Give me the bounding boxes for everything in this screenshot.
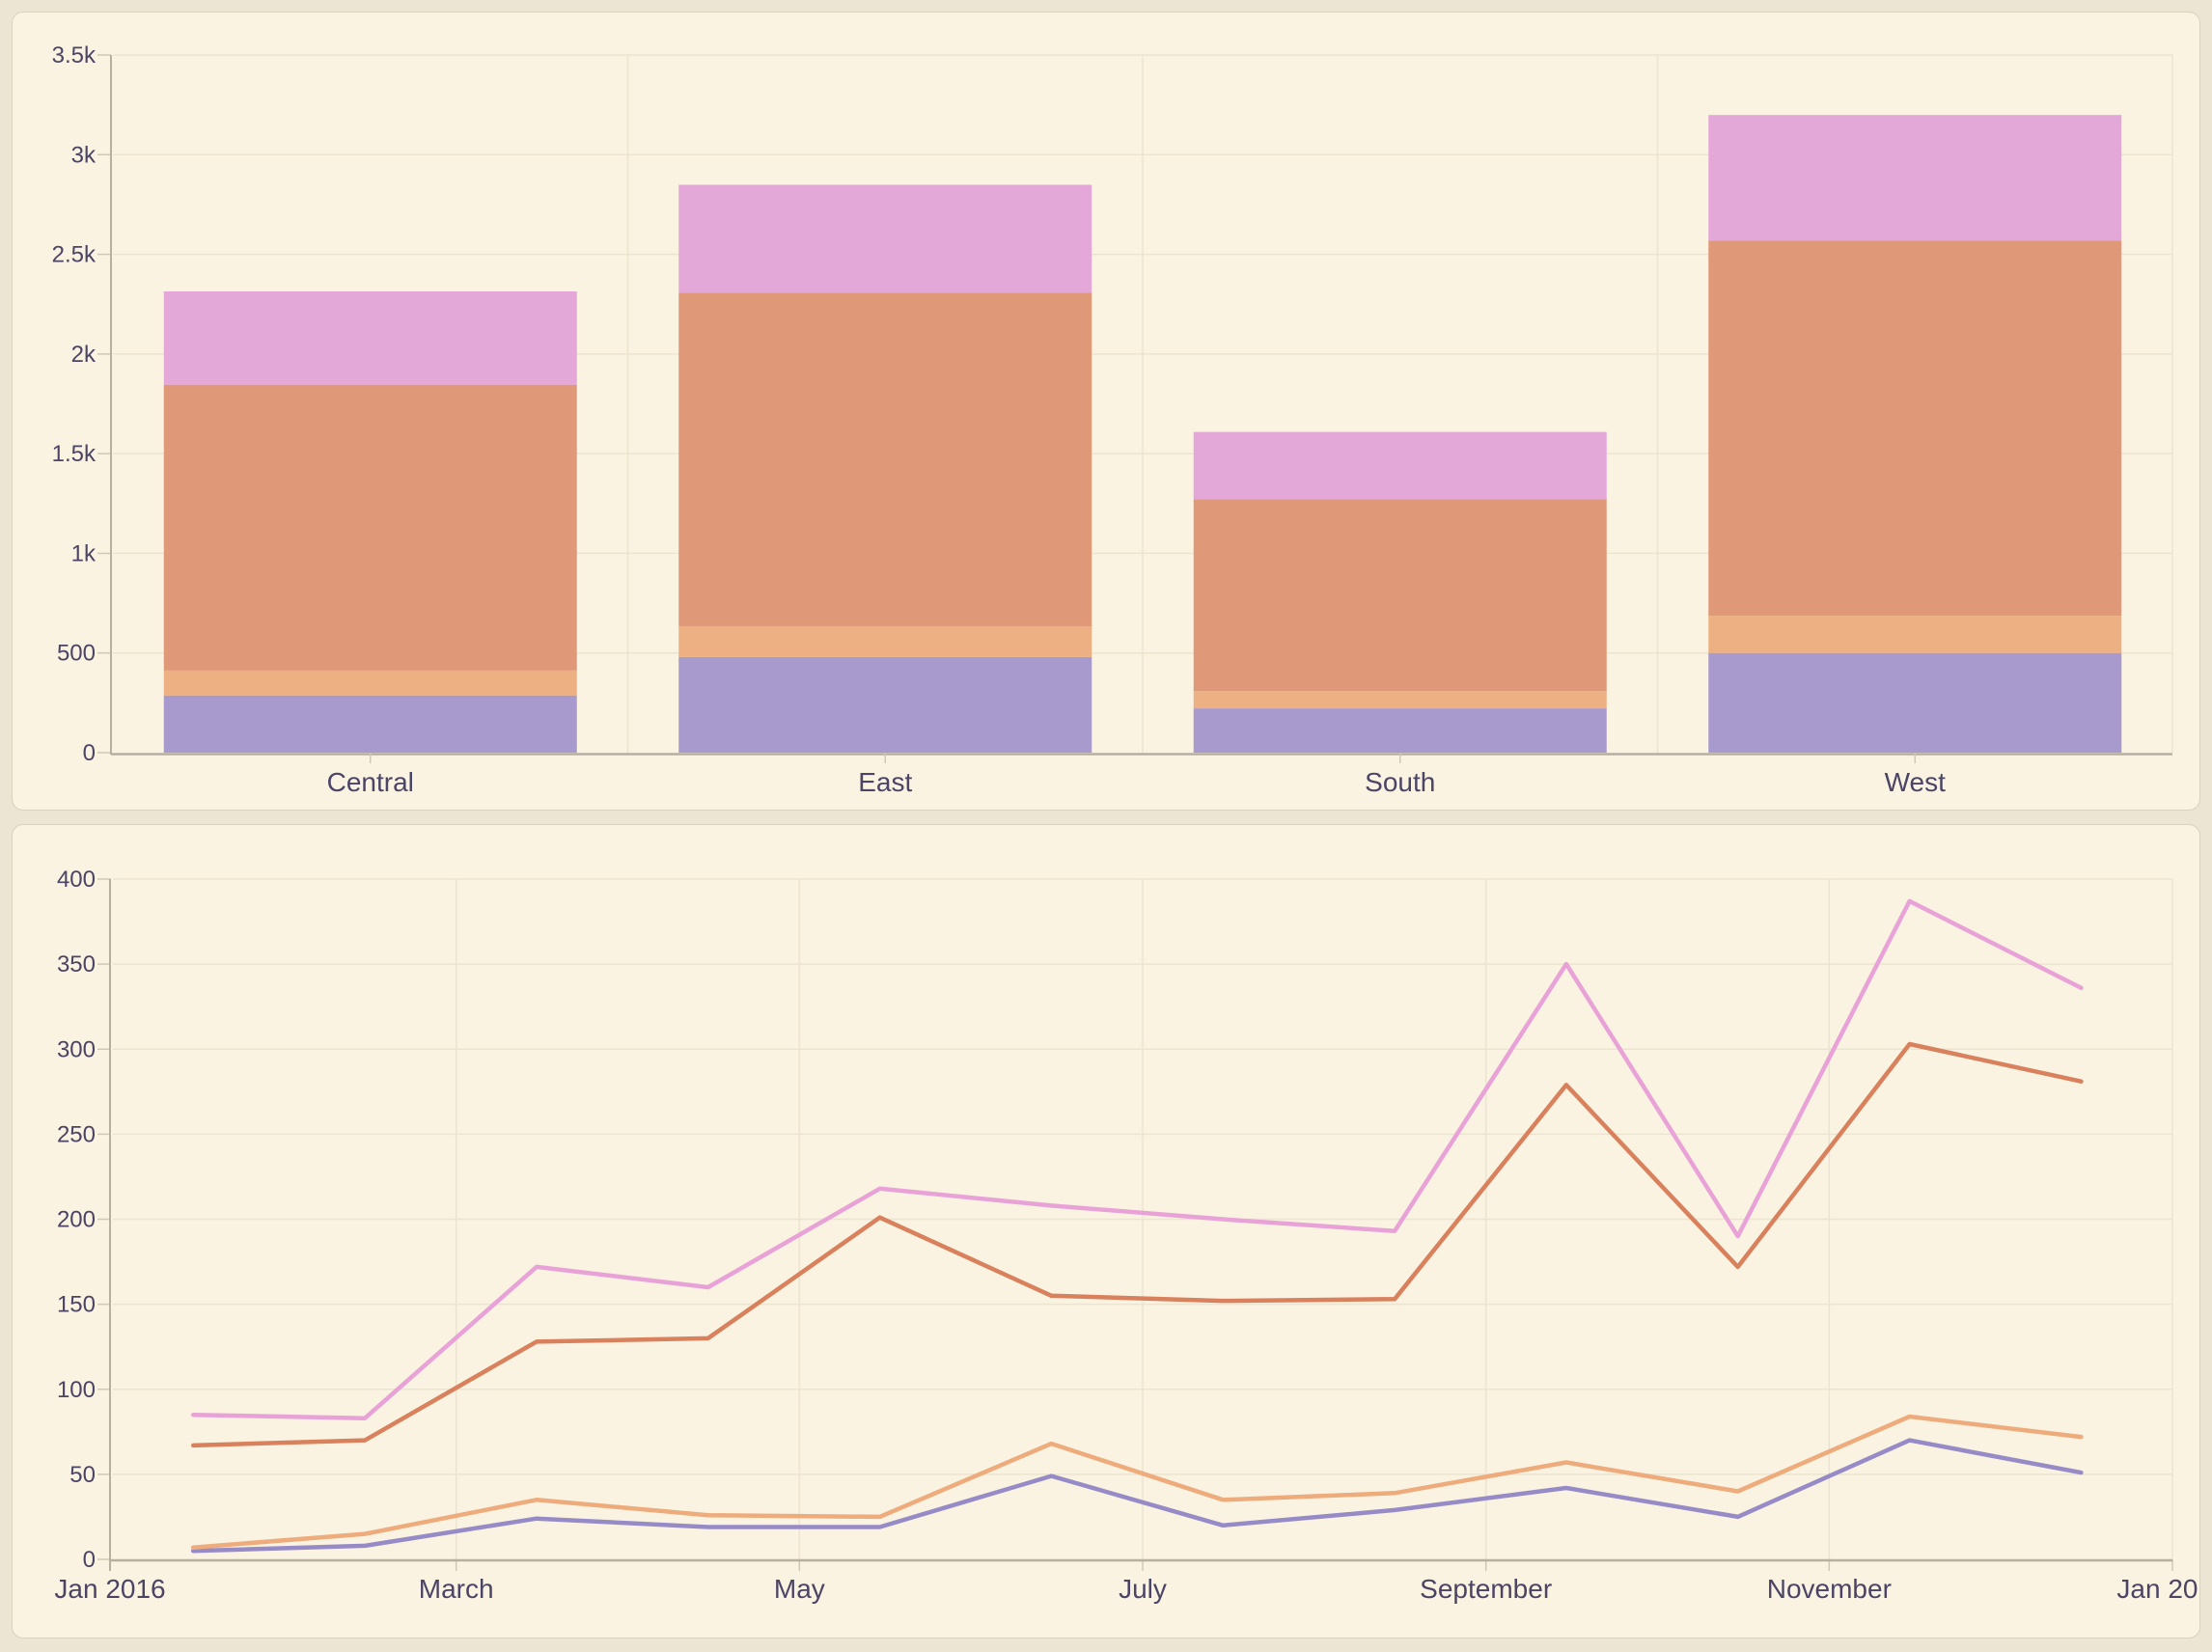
x-axis-tick-label: Jan 2017 (2116, 1574, 2200, 1604)
category-label-central: Central (327, 767, 414, 797)
y-axis-tick-label: 200 (57, 1207, 96, 1233)
bar-segment-salmon-east (678, 292, 1092, 626)
line-series-orange (193, 1044, 2081, 1446)
y-axis-tick-label: 300 (57, 1036, 96, 1062)
line-series-pink (193, 901, 2081, 1418)
y-axis-tick-label: 100 (57, 1377, 96, 1403)
category-label-west: West (1885, 767, 1946, 797)
y-axis-tick-label: 3k (71, 142, 97, 168)
bar-segment-pink-west (1708, 115, 2121, 240)
line-series-purple (193, 1441, 2081, 1552)
dashboard-page: { "page": { "background": "#ece5d4", "ca… (0, 0, 2212, 1652)
y-axis-tick-label: 150 (57, 1292, 96, 1318)
bar-segment-purple-west (1708, 653, 2121, 753)
bar-segment-purple-central (164, 696, 577, 753)
y-axis-tick-label: 2k (71, 342, 97, 368)
y-axis-tick-label: 350 (57, 951, 96, 977)
bar-segment-salmon-central (164, 385, 577, 671)
bar-segment-salmon-west (1708, 241, 2121, 617)
y-axis-tick-label: 1.5k (52, 441, 97, 467)
bar-segment-tan-west (1708, 616, 2121, 653)
category-label-east: East (858, 767, 912, 797)
y-axis-tick-label: 250 (57, 1121, 96, 1147)
x-axis-tick-label: Jan 2016 (54, 1574, 165, 1604)
y-axis-tick-label: 400 (57, 867, 96, 893)
x-axis-tick-label: July (1119, 1574, 1167, 1604)
x-axis-tick-label: May (774, 1574, 825, 1604)
y-axis-tick-label: 0 (83, 740, 96, 766)
y-axis-tick-label: 3.5k (52, 42, 97, 69)
y-axis-tick-label: 0 (83, 1547, 96, 1573)
line-chart-card: 0 50 100 150 200 250 300 350 400 Jan 2016 March May… (12, 824, 2200, 1638)
bar-segment-pink-central (164, 291, 577, 385)
bar-segment-tan-central (164, 671, 577, 696)
bar-segment-pink-south (1194, 432, 1607, 500)
bar-segment-salmon-south (1194, 499, 1607, 691)
x-axis-tick-label: November (1767, 1574, 1892, 1604)
x-axis-tick-label: March (419, 1574, 494, 1604)
category-label-south: South (1365, 767, 1435, 797)
bar-segment-pink-east (678, 184, 1092, 292)
y-axis-tick-label: 2.5k (52, 242, 97, 268)
y-axis-tick-label: 1k (71, 540, 97, 566)
y-axis-tick-label: 500 (57, 641, 96, 667)
bar-segment-purple-east (678, 657, 1092, 753)
bar-segment-tan-east (678, 626, 1092, 657)
bar-segment-tan-south (1194, 691, 1607, 708)
bar-chart-card: 0 500 1k 1.5k 2k 2.5k 3k 3.5k Central East South We… (12, 12, 2200, 811)
monthly-line-chart: 0 50 100 150 200 250 300 350 400 Jan 2016 March May… (13, 825, 2200, 1638)
stacked-bar-chart: 0 500 1k 1.5k 2k 2.5k 3k 3.5k Central East South We… (13, 13, 2200, 811)
y-axis-tick-label: 50 (69, 1462, 96, 1488)
bar-segment-purple-south (1194, 708, 1607, 753)
x-axis-tick-label: September (1420, 1574, 1552, 1604)
